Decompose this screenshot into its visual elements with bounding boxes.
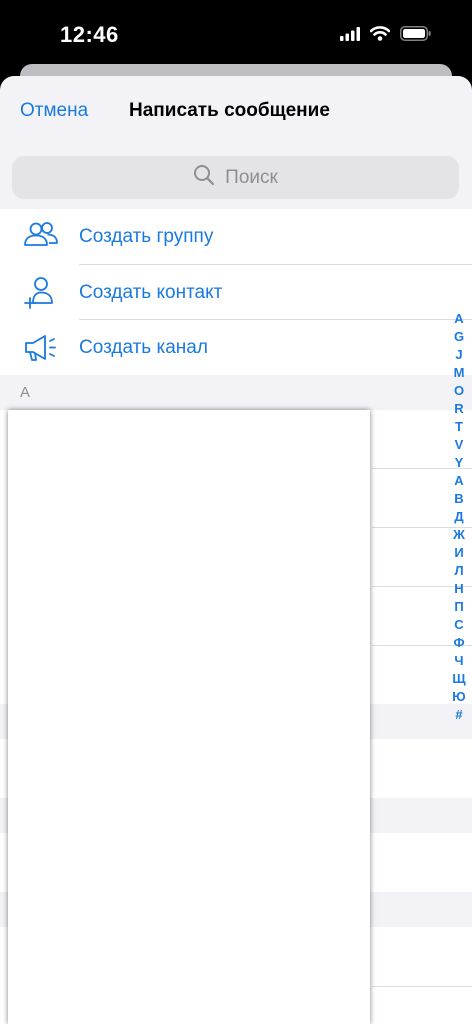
index-letter[interactable]: Ф — [453, 634, 464, 652]
index-letter[interactable]: Ч — [454, 652, 463, 670]
alphabet-index[interactable]: A G J M O R T V Y А В Д Ж И Л Н П С Ф Ч Щ Ю # — [446, 310, 472, 724]
create-contact-label: Создать контакт — [79, 282, 223, 303]
cellular-signal-icon — [340, 26, 360, 46]
search-icon — [193, 164, 215, 191]
index-letter[interactable]: T — [455, 418, 463, 436]
megaphone-icon — [22, 330, 60, 366]
row-separator — [372, 986, 472, 987]
index-letter[interactable]: J — [455, 346, 462, 364]
search-placeholder: Поиск — [225, 166, 278, 188]
create-group-label: Создать группу — [79, 226, 214, 247]
index-letter[interactable]: Y — [455, 454, 464, 472]
page-title: Написать сообщение — [129, 100, 330, 121]
index-letter[interactable]: A — [454, 310, 463, 328]
index-letter[interactable]: Д — [454, 508, 463, 526]
create-group-button[interactable]: Создать группу — [0, 209, 472, 264]
index-letter[interactable]: R — [454, 400, 463, 418]
index-letter[interactable]: G — [454, 328, 464, 346]
cancel-button[interactable]: Отмена — [20, 100, 88, 122]
status-time: 12:46 — [60, 22, 119, 47]
index-letter[interactable]: П — [454, 598, 463, 616]
index-letter[interactable]: Ю — [452, 688, 465, 706]
status-bar: 12:46 — [0, 0, 472, 70]
index-letter[interactable]: Ж — [453, 526, 465, 544]
index-letter[interactable]: И — [454, 544, 463, 562]
section-letter: A — [20, 384, 31, 401]
index-letter[interactable]: С — [454, 616, 463, 634]
navigation-bar: Отмена Написать сообщение — [0, 76, 472, 146]
index-letter[interactable]: Н — [454, 580, 463, 598]
status-icons — [340, 26, 432, 46]
index-letter[interactable]: # — [455, 706, 462, 724]
create-channel-label: Создать канал — [79, 337, 208, 358]
create-channel-button[interactable]: Создать канал — [0, 320, 472, 375]
index-letter[interactable]: M — [454, 364, 465, 382]
add-contact-icon — [22, 275, 60, 311]
group-icon — [22, 219, 60, 255]
wifi-icon — [369, 26, 391, 46]
action-list: Создать группу Создать контакт Создать к… — [0, 209, 472, 375]
index-letter[interactable]: O — [454, 382, 464, 400]
battery-icon — [400, 26, 432, 46]
index-letter[interactable]: V — [455, 436, 464, 454]
index-letter[interactable]: А — [454, 472, 463, 490]
index-letter[interactable]: В — [454, 490, 463, 508]
index-letter[interactable]: Л — [454, 562, 463, 580]
redacted-area — [8, 410, 370, 1024]
section-header: A — [0, 375, 472, 410]
create-contact-button[interactable]: Создать контакт — [0, 265, 472, 320]
compose-sheet: Отмена Написать сообщение Поиск Создать … — [0, 76, 472, 1024]
search-field[interactable]: Поиск — [12, 156, 459, 199]
index-letter[interactable]: Щ — [452, 670, 465, 688]
